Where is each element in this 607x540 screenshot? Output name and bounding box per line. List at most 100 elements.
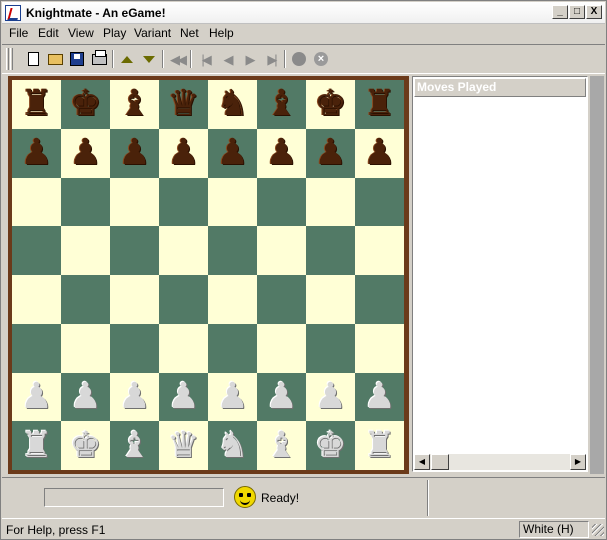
board-square-a6[interactable] (12, 177, 61, 227)
black-pawn-piece[interactable]: ♟ (118, 135, 150, 171)
menu-edit[interactable]: Edit (38, 26, 59, 40)
menu-help[interactable]: Help (209, 26, 234, 40)
move-up-icon[interactable] (118, 50, 136, 68)
white-bishop-piece[interactable]: ♝ (118, 427, 150, 464)
board-square-c1[interactable]: ♝ (110, 421, 159, 470)
back-icon[interactable]: ◀ (218, 50, 236, 68)
black-pawn-piece[interactable]: ♟ (69, 135, 101, 171)
board-square-c3[interactable] (110, 323, 159, 373)
board-square-e4[interactable] (208, 275, 257, 324)
board-square-h7[interactable]: ♟ (355, 128, 404, 178)
board-square-c4[interactable] (110, 275, 159, 324)
white-rook-piece[interactable]: ♜ (363, 427, 395, 464)
board-square-f1[interactable]: ♝ (257, 421, 306, 470)
white-pawn-piece[interactable]: ♟ (118, 378, 150, 415)
board-square-e3[interactable] (208, 323, 257, 373)
white-king-piece[interactable]: ♚ (69, 427, 101, 464)
board-square-f8[interactable]: ♝ (257, 80, 306, 129)
board-square-g3[interactable] (306, 323, 355, 373)
board-square-g7[interactable]: ♟ (306, 128, 355, 178)
board-square-c8[interactable]: ♝ (110, 80, 159, 129)
board-square-h5[interactable] (355, 226, 404, 275)
board-square-h1[interactable]: ♜ (355, 421, 404, 470)
board-square-h4[interactable] (355, 275, 404, 324)
board-square-e8[interactable]: ♞ (208, 80, 257, 129)
board-square-g8[interactable]: ♚ (306, 80, 355, 129)
board-square-b1[interactable]: ♚ (61, 421, 110, 470)
first-move-icon[interactable]: ◀◀ (168, 50, 187, 68)
board-square-d3[interactable] (159, 323, 208, 373)
board-square-g5[interactable] (306, 226, 355, 275)
white-pawn-piece[interactable]: ♟ (265, 378, 297, 415)
white-rook-piece[interactable]: ♜ (20, 427, 52, 464)
board-square-b5[interactable] (61, 226, 110, 275)
board-square-d7[interactable]: ♟ (159, 128, 208, 178)
board-square-a4[interactable] (12, 275, 61, 324)
board-square-c2[interactable]: ♟ (110, 372, 159, 422)
board-square-f4[interactable] (257, 275, 306, 324)
board-square-a1[interactable]: ♜ (12, 421, 61, 470)
maximize-button[interactable]: □ (569, 5, 585, 19)
black-pawn-piece[interactable]: ♟ (20, 135, 52, 171)
menu-file[interactable]: File (9, 26, 28, 40)
print-icon[interactable] (90, 49, 108, 68)
scroll-right-button[interactable]: ▶ (570, 454, 586, 470)
white-pawn-piece[interactable]: ♟ (20, 378, 52, 415)
black-king-piece[interactable]: ♚ (69, 86, 101, 122)
white-king-piece[interactable]: ♚ (314, 427, 346, 464)
black-pawn-piece[interactable]: ♟ (314, 135, 346, 171)
board-square-g2[interactable]: ♟ (306, 372, 355, 422)
black-queen-piece[interactable]: ♛ (167, 86, 199, 122)
black-rook-piece[interactable]: ♜ (363, 86, 395, 122)
previous-move-icon[interactable]: |◀ (196, 50, 214, 68)
board-square-a3[interactable] (12, 323, 61, 373)
board-square-b4[interactable] (61, 275, 110, 324)
board-square-d4[interactable] (159, 275, 208, 324)
board-square-a7[interactable]: ♟ (12, 128, 61, 178)
chess-board[interactable]: ♜ ♚ ♝ ♛ ♞ ♝ ♚ ♜ ♟ ♟ ♟ ♟ ♟ ♟ ♟ ♟ ♟ ♟ ♟ ♟ ♟ ♟ ♟ ♟ ♜ ♚ ♝ ♛ ♞ ♝ ♚ ♜ (12, 80, 404, 470)
open-file-icon[interactable] (46, 50, 64, 68)
menu-net[interactable]: Net (180, 26, 199, 40)
resize-grip[interactable] (592, 524, 604, 536)
move-down-icon[interactable] (140, 50, 158, 68)
board-square-g4[interactable] (306, 275, 355, 324)
black-knight-piece[interactable]: ♞ (216, 86, 248, 122)
board-square-c6[interactable] (110, 177, 159, 227)
black-pawn-piece[interactable]: ♟ (167, 135, 199, 171)
board-square-d2[interactable]: ♟ (159, 372, 208, 422)
board-square-e1[interactable]: ♞ (208, 421, 257, 470)
board-square-f7[interactable]: ♟ (257, 128, 306, 178)
menu-view[interactable]: View (68, 26, 94, 40)
board-square-h3[interactable] (355, 323, 404, 373)
black-pawn-piece[interactable]: ♟ (265, 135, 297, 171)
board-square-b6[interactable] (61, 177, 110, 227)
black-king-piece[interactable]: ♚ (314, 86, 346, 122)
white-bishop-piece[interactable]: ♝ (265, 427, 297, 464)
board-square-b2[interactable]: ♟ (61, 372, 110, 422)
board-square-f2[interactable]: ♟ (257, 372, 306, 422)
board-square-e7[interactable]: ♟ (208, 128, 257, 178)
forward-icon[interactable]: ▶ (240, 50, 258, 68)
board-square-b7[interactable]: ♟ (61, 128, 110, 178)
white-pawn-piece[interactable]: ♟ (167, 378, 199, 415)
white-pawn-piece[interactable]: ♟ (69, 378, 101, 415)
black-bishop-piece[interactable]: ♝ (265, 86, 297, 122)
white-pawn-piece[interactable]: ♟ (314, 378, 346, 415)
white-queen-piece[interactable]: ♛ (167, 427, 199, 464)
black-bishop-piece[interactable]: ♝ (118, 86, 150, 122)
board-square-d5[interactable] (159, 226, 208, 275)
board-square-d6[interactable] (159, 177, 208, 227)
white-pawn-piece[interactable]: ♟ (363, 378, 395, 415)
board-square-h8[interactable]: ♜ (355, 80, 404, 129)
white-knight-piece[interactable]: ♞ (216, 427, 248, 464)
board-square-e6[interactable] (208, 177, 257, 227)
black-pawn-piece[interactable]: ♟ (363, 135, 395, 171)
board-square-h2[interactable]: ♟ (355, 372, 404, 422)
board-square-g6[interactable] (306, 177, 355, 227)
save-icon[interactable] (68, 50, 86, 68)
black-rook-piece[interactable]: ♜ (20, 86, 52, 122)
board-square-a8[interactable]: ♜ (12, 80, 61, 129)
white-pawn-piece[interactable]: ♟ (216, 378, 248, 415)
board-square-e2[interactable]: ♟ (208, 372, 257, 422)
title-bar[interactable]: Knightmate - An eGame! _ □ X (2, 2, 605, 24)
